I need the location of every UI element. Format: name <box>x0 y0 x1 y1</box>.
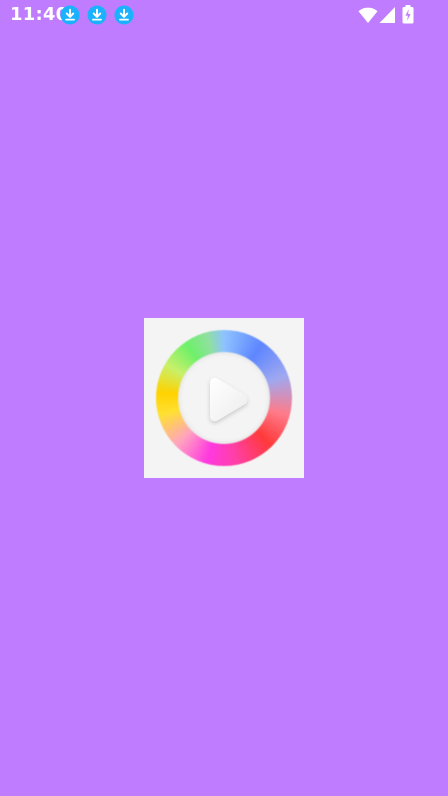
battery-charging-icon <box>402 5 414 24</box>
cell-signal-icon <box>379 6 396 24</box>
status-bar: 11:40 <box>0 0 448 30</box>
splash-screen: 11:40 <box>0 0 448 796</box>
download-icon <box>87 5 107 25</box>
download-icon <box>114 5 134 25</box>
wifi-icon <box>358 6 378 24</box>
download-icon <box>60 5 80 25</box>
play-icon <box>202 374 254 426</box>
app-logo <box>144 318 304 478</box>
